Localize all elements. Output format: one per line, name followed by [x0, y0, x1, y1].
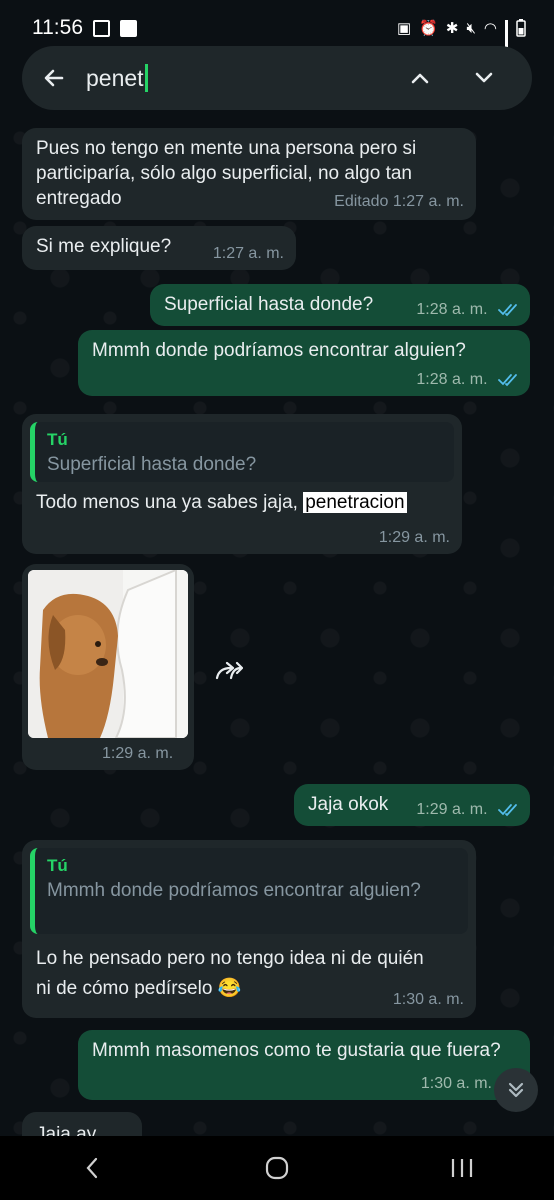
- quote-author: Tú: [47, 430, 68, 449]
- recents-icon: [451, 1159, 472, 1177]
- search-input[interactable]: penet: [86, 64, 376, 92]
- incoming-message[interactable]: Tú Mmmh donde podríamos encontrar alguie…: [22, 840, 476, 1018]
- quote-text: Mmmh donde podríamos encontrar alguien?: [47, 880, 421, 901]
- image-message[interactable]: 1:29 a. m.: [22, 564, 194, 770]
- signal-icon: [505, 20, 508, 60]
- gallery-notification-icon: [93, 19, 110, 37]
- message-time: 1:27 a. m.: [212, 245, 284, 262]
- quote-author: Tú: [47, 856, 68, 875]
- search-previous-button[interactable]: [400, 58, 440, 98]
- bluetooth-icon: ✱: [445, 20, 459, 37]
- search-next-button[interactable]: [464, 58, 504, 98]
- message-body: Lo he pensado pero no tengo idea ni de q…: [36, 944, 436, 1004]
- status-time: 11:56: [32, 16, 83, 39]
- text-caret: [144, 64, 148, 92]
- outgoing-message[interactable]: Jaja okok 1:29 a. m.: [294, 784, 530, 826]
- double-check-read-icon: [498, 303, 517, 317]
- message-time: 1:28 a. m.: [416, 301, 488, 318]
- incoming-message[interactable]: Pues no tengo en mente una persona pero …: [22, 128, 476, 220]
- double-check-read-icon: [498, 373, 517, 387]
- chevron-up-icon: [411, 73, 429, 84]
- message-text: Jaja ay: [36, 1124, 97, 1136]
- message-meta: 1:29 a. m.: [416, 797, 520, 822]
- chevron-down-icon: [475, 72, 493, 83]
- outgoing-message[interactable]: Mmmh donde podríamos encontrar alguien? …: [78, 330, 530, 396]
- nav-back-button[interactable]: [62, 1148, 122, 1188]
- quote-text: Superficial hasta donde?: [47, 454, 257, 475]
- forward-button[interactable]: [208, 650, 250, 692]
- search-bar: penet: [22, 46, 532, 110]
- status-icons: ▣ ⏰ ✱ 🔇︎ ◠: [397, 19, 526, 60]
- scroll-to-bottom-button[interactable]: [494, 1068, 538, 1112]
- message-time: 1:28 a. m.: [416, 371, 488, 388]
- search-match-highlight: penetracion: [303, 492, 407, 513]
- incoming-message[interactable]: Jaja ay: [22, 1112, 142, 1136]
- message-text: Superficial hasta donde?: [164, 294, 374, 315]
- message-body: Todo menos una ya sabes jaja, penetracio…: [36, 490, 407, 515]
- nav-recents-button[interactable]: [432, 1148, 492, 1188]
- message-time: 1:30 a. m.: [420, 1075, 492, 1092]
- outgoing-message[interactable]: Superficial hasta donde? 1:28 a. m.: [150, 284, 530, 326]
- double-chevron-down-icon: [508, 1082, 524, 1098]
- message-text: Todo menos una ya sabes jaja,: [36, 492, 298, 513]
- message-time: 1:29 a. m.: [378, 529, 450, 546]
- double-check-read-icon: [498, 803, 517, 817]
- message-time: 1:29 a. m.: [102, 745, 174, 762]
- chat-area[interactable]: Pues no tengo en mente una persona pero …: [0, 118, 554, 1136]
- check-notification-icon: [120, 19, 137, 37]
- message-text: Si me explique?: [36, 236, 172, 257]
- outgoing-message[interactable]: Mmmh masomenos como te gustaria que fuer…: [78, 1030, 530, 1100]
- tears-of-joy-emoji: 😂: [217, 978, 242, 999]
- battery-saver-icon: ▣: [397, 20, 412, 37]
- forward-icon: [215, 661, 243, 680]
- quoted-reply[interactable]: Tú Superficial hasta donde?: [30, 422, 454, 482]
- message-time: Editado 1:27 a. m.: [334, 193, 464, 210]
- incoming-message[interactable]: Si me explique? 1:27 a. m.: [22, 226, 296, 270]
- message-text: Mmmh masomenos como te gustaria que fuer…: [92, 1040, 501, 1061]
- message-time: 1:30 a. m.: [392, 991, 464, 1008]
- home-icon: [265, 1156, 289, 1180]
- message-meta: 1:28 a. m.: [416, 297, 520, 322]
- nav-home-button[interactable]: [247, 1148, 307, 1188]
- message-text: Mmmh donde podríamos encontrar alguien?: [92, 340, 466, 361]
- back-chevron-icon: [86, 1157, 98, 1179]
- quoted-reply[interactable]: Tú Mmmh donde podríamos encontrar alguie…: [30, 848, 468, 934]
- alarm-icon: ⏰: [419, 20, 438, 37]
- incoming-message[interactable]: Tú Superficial hasta donde? Todo menos u…: [22, 414, 462, 554]
- back-arrow-icon[interactable]: [40, 64, 68, 92]
- sticker-image[interactable]: [28, 570, 188, 738]
- system-navigation-bar: [0, 1136, 554, 1200]
- battery-icon: [516, 19, 526, 37]
- search-query: penet: [86, 64, 144, 91]
- message-meta: 1:28 a. m.: [416, 367, 520, 392]
- mute-icon: 🔇︎: [466, 19, 476, 37]
- wifi-icon: ◠: [483, 20, 497, 37]
- message-text: Jaja okok: [308, 794, 389, 815]
- message-time: 1:29 a. m.: [416, 801, 488, 818]
